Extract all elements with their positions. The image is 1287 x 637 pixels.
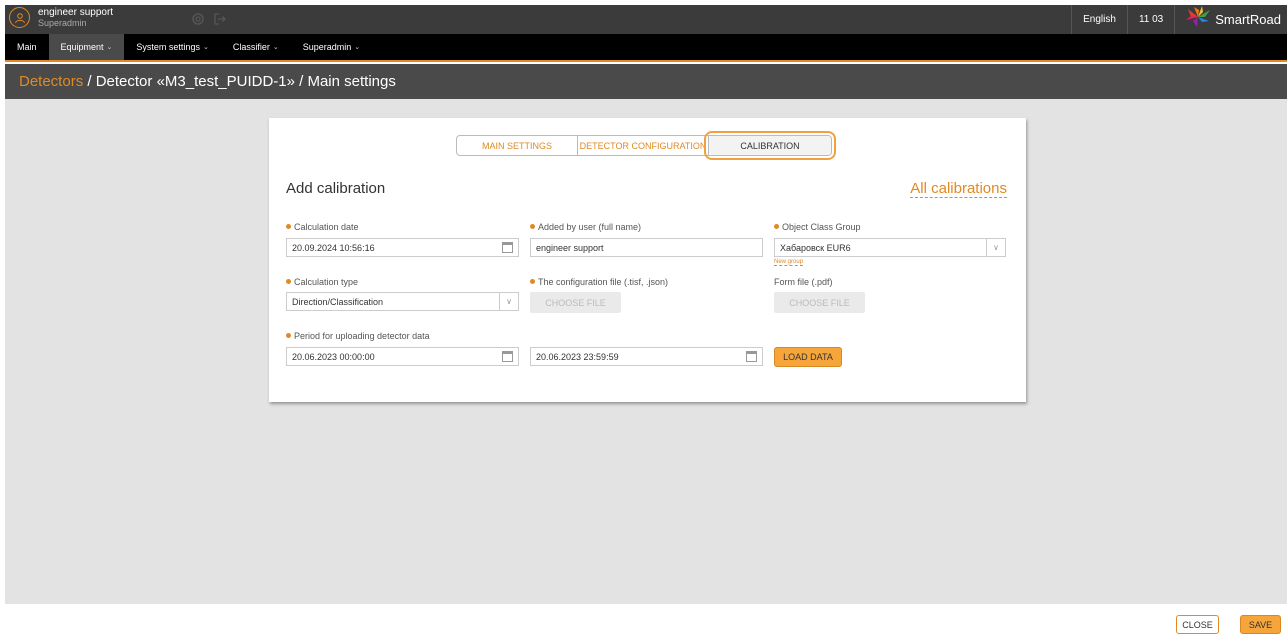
smartroad-logo-icon — [1185, 6, 1211, 33]
added-by-input[interactable]: engineer support — [530, 238, 763, 257]
menu-item-equipment[interactable]: Equipment ⌄ — [48, 34, 125, 60]
calendar-icon[interactable] — [746, 351, 757, 362]
brand-logo: SmartRoad — [1174, 5, 1281, 34]
calculation-date-input[interactable]: 20.09.2024 10:56:16 — [286, 238, 519, 257]
tab-detector-configuration[interactable]: DETECTOR CONFIGURATION — [578, 136, 709, 155]
calculation-date-label: Calculation date — [286, 222, 359, 232]
content-area: MAIN SETTINGS DETECTOR CONFIGURATION CAL… — [5, 99, 1287, 604]
logout-icon[interactable] — [213, 12, 227, 31]
user-name: engineer support — [38, 6, 114, 18]
required-dot-icon — [286, 333, 291, 338]
save-button[interactable]: SAVE — [1240, 615, 1281, 634]
required-dot-icon — [774, 224, 779, 229]
period-to-input[interactable]: 20.06.2023 23:59:59 — [530, 347, 763, 366]
calculation-type-select[interactable]: Direction/Classification ∨ — [286, 292, 519, 311]
breadcrumb-rest: / Detector «M3_test_PUIDD-1» / Main sett… — [83, 73, 396, 90]
form-file-label: Form file (.pdf) — [774, 277, 833, 287]
chevron-down-icon: ∨ — [986, 239, 1005, 256]
language-selector[interactable]: English — [1071, 5, 1127, 34]
new-group-link[interactable]: New group — [774, 259, 804, 266]
menu-item-superadmin[interactable]: Superadmin ⌄ — [291, 34, 372, 60]
period-label: Period for uploading detector data — [286, 331, 430, 341]
chevron-down-icon: ⌄ — [354, 44, 361, 51]
required-dot-icon — [530, 224, 535, 229]
user-block[interactable]: engineer support Superadmin — [9, 7, 113, 28]
calibration-panel: MAIN SETTINGS DETECTOR CONFIGURATION CAL… — [269, 118, 1026, 402]
required-dot-icon — [286, 224, 291, 229]
object-class-group-label: Object Class Group — [774, 222, 861, 232]
calendar-icon[interactable] — [502, 242, 513, 253]
config-file-label: The configuration file (.tisf, .json) — [530, 277, 668, 287]
chevron-down-icon: ⌄ — [202, 44, 209, 51]
top-bar: engineer support Superadmin English 11 0… — [5, 5, 1287, 34]
clock: 11 03 — [1126, 5, 1174, 34]
calculation-type-label: Calculation type — [286, 277, 358, 287]
close-button[interactable]: CLOSE — [1176, 615, 1219, 634]
period-from-input[interactable]: 20.06.2023 00:00:00 — [286, 347, 519, 366]
chevron-down-icon: ⌄ — [272, 44, 279, 51]
all-calibrations-link[interactable]: All calibrations — [910, 180, 1007, 198]
user-avatar-icon — [9, 7, 30, 28]
tab-main-settings[interactable]: MAIN SETTINGS — [457, 136, 578, 155]
gear-icon[interactable] — [191, 12, 205, 31]
calendar-icon[interactable] — [502, 351, 513, 362]
menu-item-system-settings[interactable]: System settings ⌄ — [124, 34, 220, 60]
menu-item-main[interactable]: Main — [5, 34, 49, 60]
chevron-down-icon: ∨ — [499, 293, 518, 310]
main-menu: Main Equipment ⌄ System settings ⌄ Classif… — [5, 34, 1287, 62]
tab-bar: MAIN SETTINGS DETECTOR CONFIGURATION CAL… — [456, 131, 836, 160]
added-by-label: Added by user (full name) — [530, 222, 641, 232]
required-dot-icon — [530, 279, 535, 284]
user-role: Superadmin — [38, 17, 87, 28]
menu-item-classifier[interactable]: Classifier ⌄ — [221, 34, 291, 60]
breadcrumb: Detectors / Detector «M3_test_PUIDD-1» /… — [5, 64, 1287, 99]
tab-calibration[interactable]: CALIBRATION — [704, 131, 836, 160]
breadcrumb-detectors-link[interactable]: Detectors — [19, 73, 83, 90]
required-dot-icon — [286, 279, 291, 284]
load-data-button[interactable]: LOAD DATA — [774, 347, 842, 367]
chevron-down-icon: ⌄ — [106, 44, 113, 51]
brand-name: SmartRoad — [1215, 12, 1281, 27]
object-class-group-select[interactable]: Хабаровск EUR6 ∨ — [774, 238, 1006, 257]
choose-config-file-button[interactable]: CHOOSE FILE — [530, 292, 621, 313]
choose-form-file-button[interactable]: CHOOSE FILE — [774, 292, 865, 313]
page-title: Add calibration — [286, 180, 386, 197]
